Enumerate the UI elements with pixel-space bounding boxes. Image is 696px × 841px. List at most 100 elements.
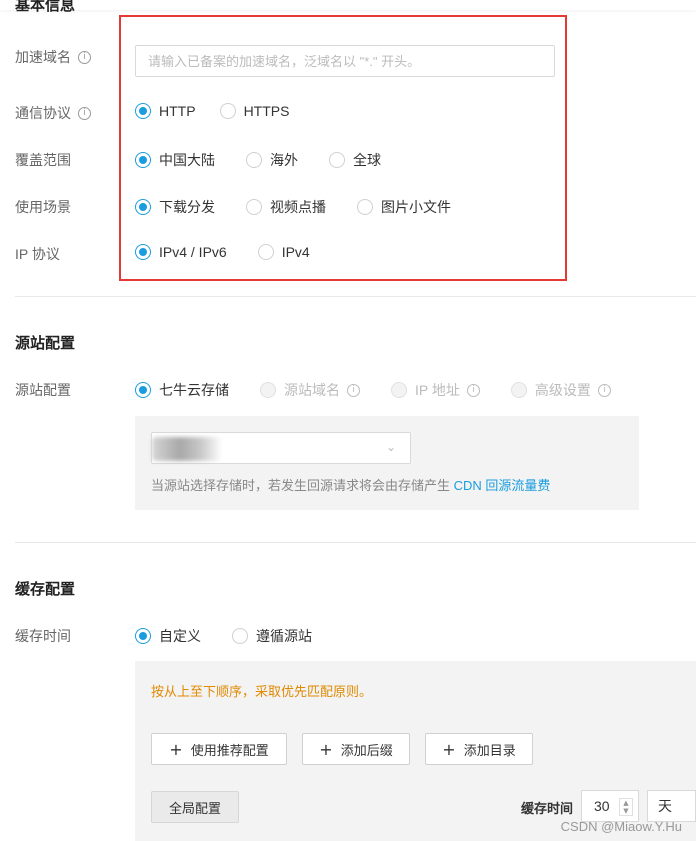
info-icon: i: [466, 383, 480, 397]
cache-time-label: 缓存时间: [521, 801, 574, 816]
info-icon[interactable]: i: [78, 106, 91, 120]
radio-disabled-icon: [260, 382, 276, 398]
radio-overseas[interactable]: 海外: [246, 150, 298, 170]
ip-protocol-label: IP 协议: [15, 244, 60, 264]
radio-ipv4[interactable]: IPv4: [257, 244, 310, 260]
radio-follow-origin[interactable]: 遵循源站: [232, 626, 312, 646]
scenario-label-text: 使用场景: [15, 199, 71, 215]
radio-vod-label: 视频点播: [270, 199, 326, 215]
origin-label: 源站配置: [15, 380, 71, 400]
radio-global-label: 全球: [353, 152, 381, 168]
info-icon: i: [347, 383, 360, 397]
radio-checked-icon: [135, 382, 151, 398]
radio-advanced[interactable]: 高级设置 i: [510, 380, 611, 400]
cache-time-input[interactable]: 30 ▲ ▼: [581, 790, 639, 822]
radio-disabled-icon: [391, 382, 407, 398]
coverage-label-text: 覆盖范围: [15, 152, 71, 168]
add-directory-button[interactable]: + 添加目录: [425, 733, 533, 765]
coverage-radio-group: 中国大陆 海外 全球: [135, 150, 381, 170]
origin-section-title: 源站配置: [15, 335, 76, 352]
radio-unchecked-icon: [246, 152, 262, 168]
radio-checked-icon: [135, 244, 151, 260]
section-divider: [15, 542, 696, 543]
use-recommended-label: 使用推荐配置: [190, 742, 269, 758]
cache-time-value: 30: [594, 798, 610, 814]
radio-unchecked-icon: [357, 199, 373, 215]
watermark: CSDN @Miaow.Y.Hu: [560, 819, 682, 834]
ip-protocol-radio-group: IPv4 / IPv6 IPv4: [135, 244, 310, 260]
stepper-icon[interactable]: ▲ ▼: [619, 798, 633, 816]
redacted-bucket-name: [152, 437, 222, 461]
radio-custom-label: 自定义: [159, 628, 201, 644]
domain-label: 加速域名 i: [15, 47, 91, 67]
radio-http[interactable]: HTTP: [135, 103, 196, 119]
plus-icon: +: [169, 739, 183, 759]
protocol-label: 通信协议 i: [15, 103, 91, 123]
protocol-radio-group: HTTP HTTPS: [135, 103, 289, 119]
radio-checked-icon: [135, 152, 151, 168]
radio-unchecked-icon: [232, 628, 248, 644]
radio-checked-icon: [135, 199, 151, 215]
cache-section-title: 缓存配置: [15, 581, 76, 598]
radio-mainland-label: 中国大陆: [159, 152, 215, 168]
domain-input[interactable]: [135, 45, 555, 77]
coverage-label: 覆盖范围: [15, 150, 71, 170]
radio-checked-icon: [135, 103, 151, 119]
radio-ipv4-label: IPv4: [281, 244, 310, 260]
radio-ip-address-label: IP 地址: [415, 382, 460, 398]
origin-radio-group: 七牛云存储 源站域名 i IP 地址 i 高级设置 i: [135, 380, 611, 400]
top-bar: [0, 0, 696, 10]
radio-http-label: HTTP: [159, 103, 196, 119]
radio-vod[interactable]: 视频点播: [246, 197, 326, 217]
global-config-button[interactable]: 全局配置: [151, 791, 239, 823]
add-suffix-button[interactable]: + 添加后缀: [302, 733, 410, 765]
origin-fee-link[interactable]: CDN 回源流量费: [454, 478, 551, 493]
radio-global[interactable]: 全球: [329, 150, 381, 170]
cache-time-row-label-text: 缓存时间: [15, 628, 71, 644]
radio-ip-address[interactable]: IP 地址 i: [391, 380, 480, 400]
radio-small-files-label: 图片小文件: [381, 199, 451, 215]
radio-overseas-label: 海外: [270, 152, 298, 168]
add-directory-label: 添加目录: [463, 742, 516, 758]
radio-ipv4-ipv6-label: IPv4 / IPv6: [159, 244, 227, 260]
add-suffix-label: 添加后缀: [340, 742, 393, 758]
radio-download-label: 下载分发: [159, 199, 215, 215]
info-icon: i: [597, 383, 611, 397]
radio-https-label: HTTPS: [243, 103, 290, 119]
cache-time-row-label: 缓存时间: [15, 626, 71, 646]
radio-download[interactable]: 下载分发: [135, 197, 215, 217]
domain-label-text: 加速域名: [15, 49, 71, 65]
radio-follow-origin-label: 遵循源站: [256, 628, 312, 644]
cache-radio-group: 自定义 遵循源站: [135, 626, 312, 646]
plus-icon: +: [319, 739, 333, 759]
radio-qiniu-storage-label: 七牛云存储: [159, 382, 229, 398]
info-icon[interactable]: i: [78, 50, 91, 64]
radio-small-files[interactable]: 图片小文件: [357, 197, 451, 217]
radio-custom[interactable]: 自定义: [135, 626, 201, 646]
radio-unchecked-icon: [246, 199, 262, 215]
plus-icon: +: [442, 739, 456, 759]
radio-qiniu-storage[interactable]: 七牛云存储: [135, 380, 229, 400]
radio-advanced-label: 高级设置: [534, 382, 591, 398]
radio-unchecked-icon: [257, 244, 274, 260]
radio-mainland[interactable]: 中国大陆: [135, 150, 215, 170]
origin-label-text: 源站配置: [15, 382, 71, 398]
radio-checked-icon: [135, 628, 151, 644]
radio-origin-domain[interactable]: 源站域名 i: [260, 380, 360, 400]
cache-priority-note: 按从上至下顺序，采取优先匹配原则。: [151, 684, 373, 699]
use-recommended-button[interactable]: + 使用推荐配置: [151, 733, 287, 765]
origin-hint: 当源站选择存储时，若发生回源请求将会由存储产生 CDN 回源流量费: [151, 475, 550, 494]
radio-disabled-icon: [510, 382, 527, 398]
radio-ipv4-ipv6[interactable]: IPv4 / IPv6: [135, 244, 227, 260]
section-divider: [15, 296, 696, 297]
origin-hint-text: 当源站选择存储时，若发生回源请求将会由存储产生: [151, 478, 451, 493]
radio-https[interactable]: HTTPS: [219, 103, 290, 119]
radio-origin-domain-label: 源站域名: [284, 382, 340, 398]
radio-unchecked-icon: [219, 103, 236, 119]
basic-info-title: 基本信息: [15, 0, 76, 14]
cache-time-unit-select[interactable]: 天: [647, 790, 696, 822]
radio-unchecked-icon: [329, 152, 345, 168]
protocol-label-text: 通信协议: [15, 105, 71, 121]
scenario-label: 使用场景: [15, 197, 71, 217]
ip-protocol-label-text: IP 协议: [15, 246, 60, 262]
